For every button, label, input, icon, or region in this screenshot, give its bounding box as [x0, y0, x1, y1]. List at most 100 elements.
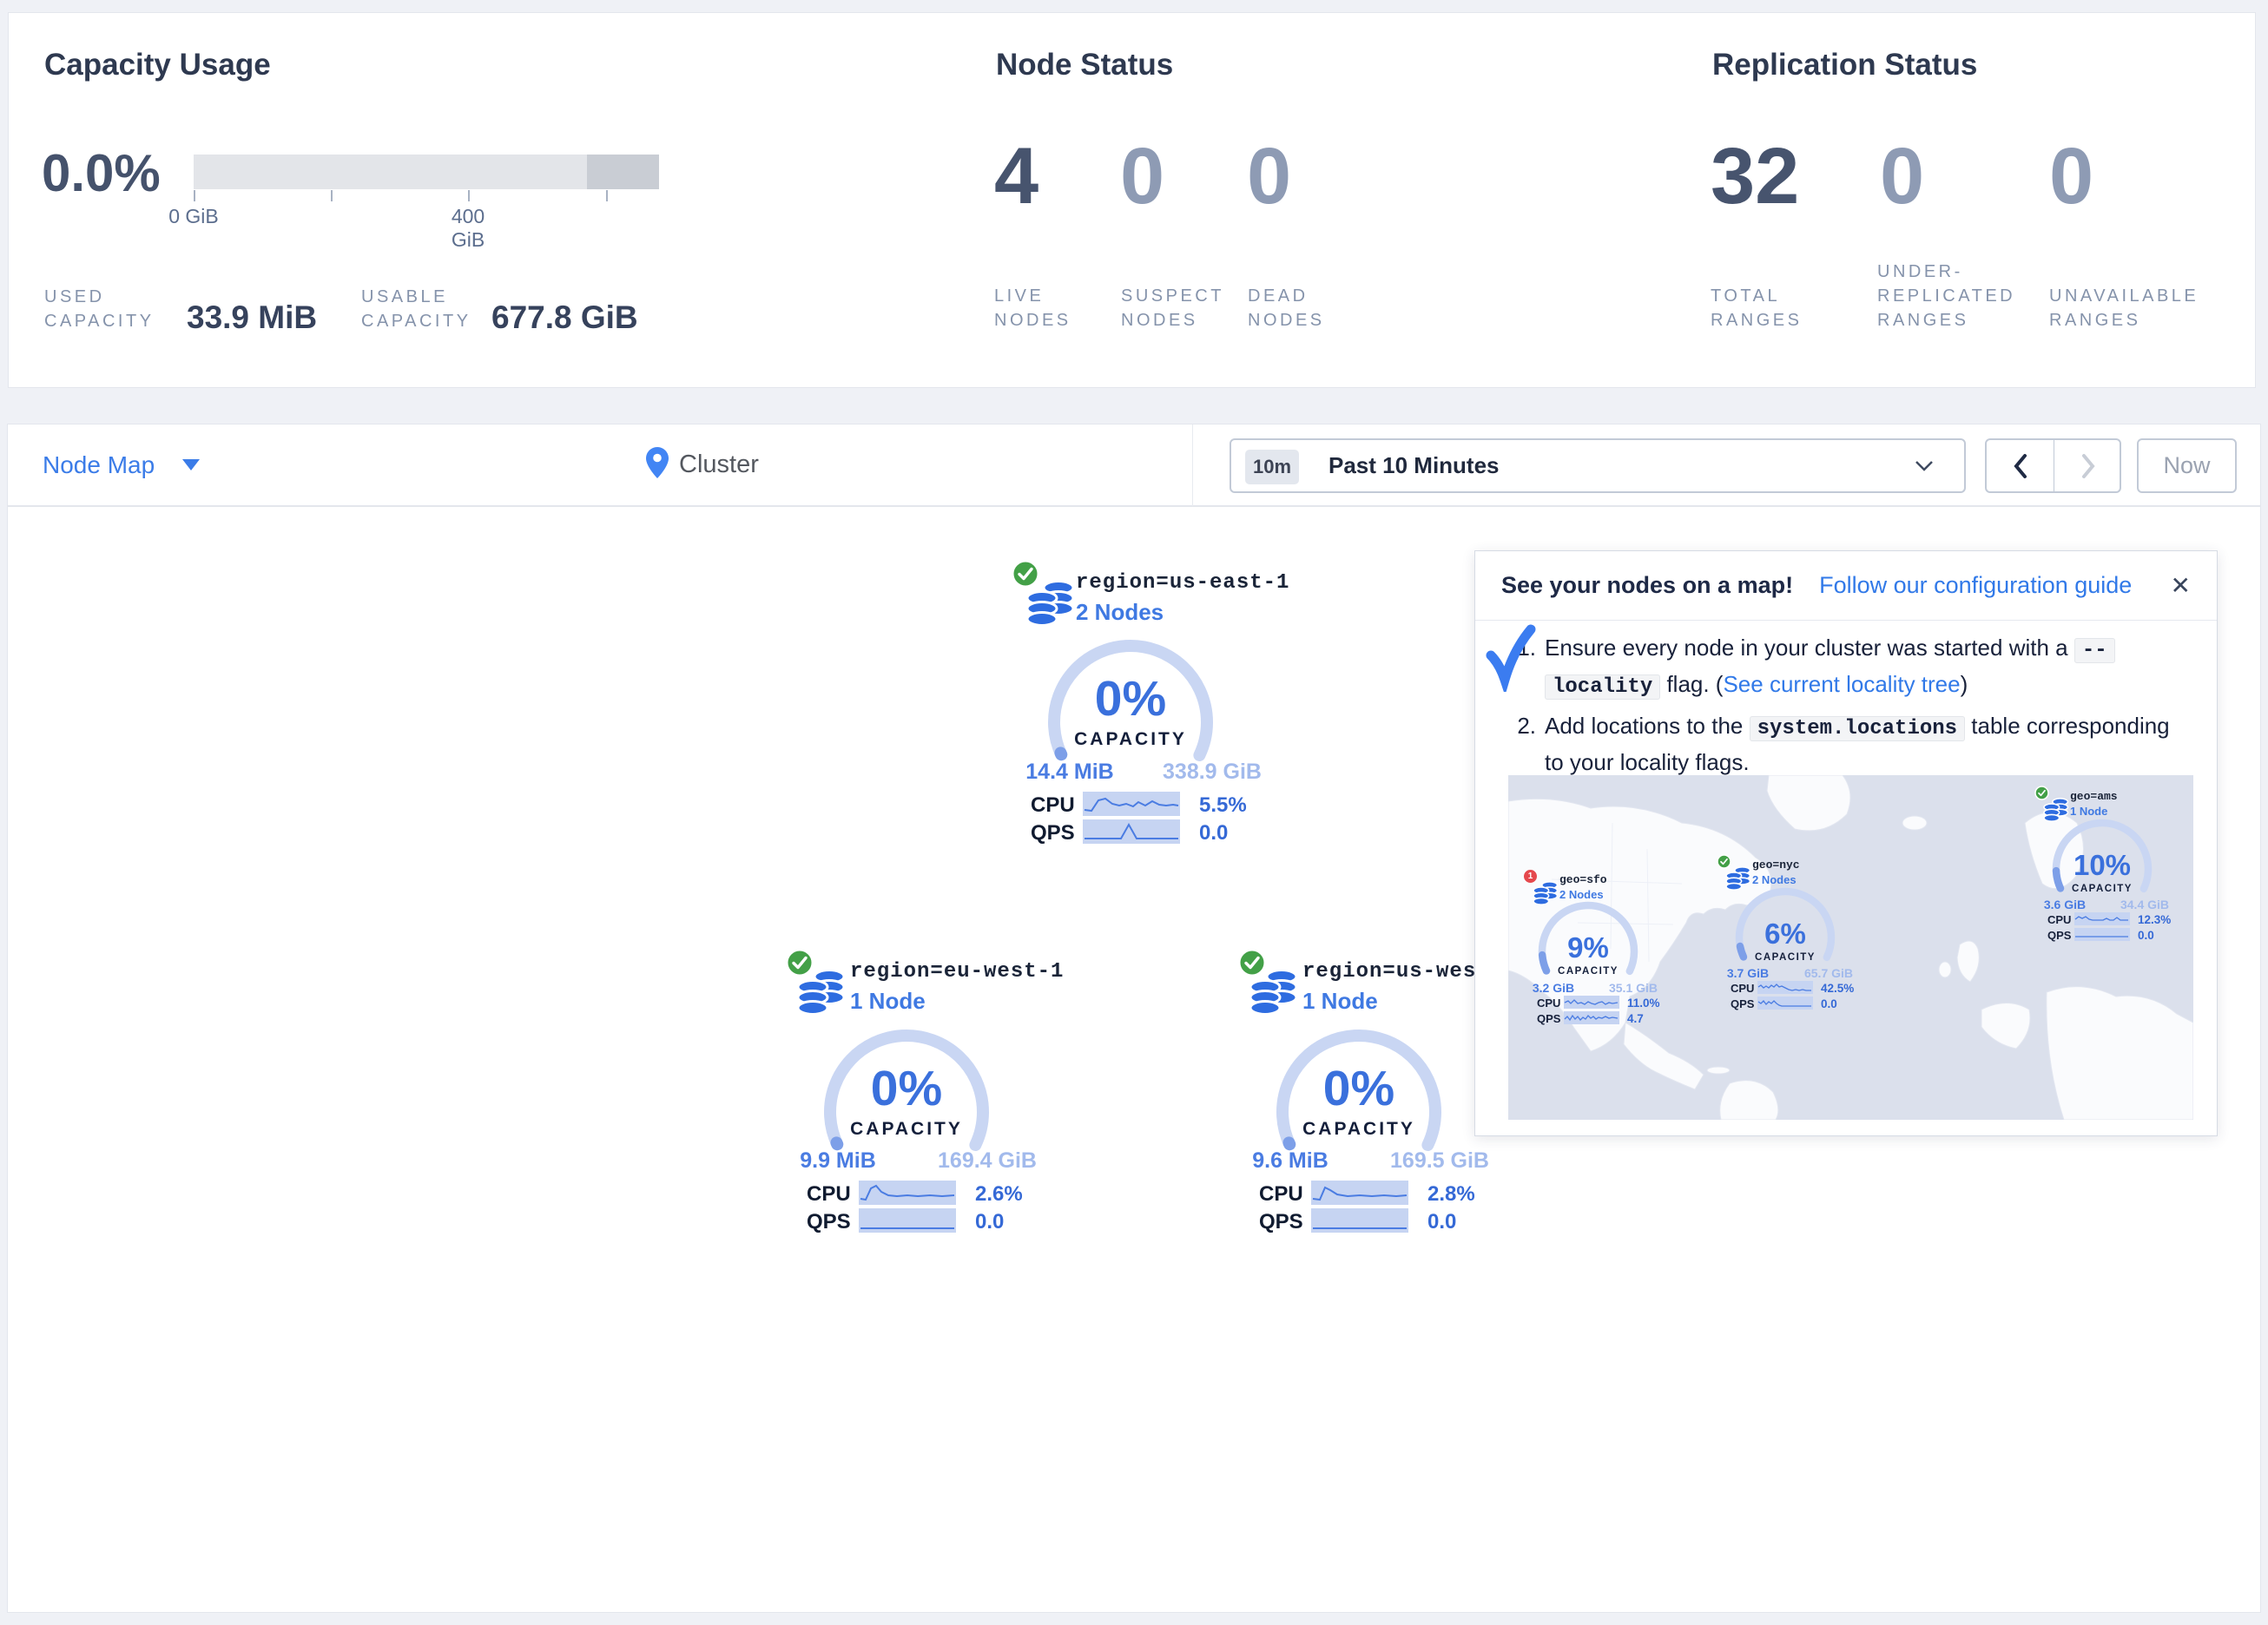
total-capacity: 169.5 GiB [1361, 1148, 1518, 1174]
cpu-value: 2.8% [1427, 1182, 1475, 1207]
qps-sparkline [1311, 1208, 1408, 1233]
qps-value: 0.0 [1821, 997, 1837, 1010]
time-range-select[interactable]: 10m Past 10 Minutes [1230, 438, 1966, 493]
live-nodes-value: 4 [994, 135, 1038, 218]
capacity-percent: 0% [1033, 670, 1228, 727]
total-capacity: 169.4 GiB [909, 1148, 1065, 1174]
capacity-bar-unusable-segment [587, 155, 659, 189]
cpu-label: CPU [1259, 1182, 1303, 1207]
node-map-config-popup: See your nodes on a map! Follow our conf… [1474, 550, 2218, 1136]
node-group-name: region=eu-west-1 [850, 960, 1064, 984]
breadcrumb[interactable]: Cluster [646, 424, 759, 505]
cpu-sparkline [859, 1181, 956, 1205]
live-nodes-label: LIVE NODES [994, 284, 1094, 332]
capacity-gauge[interactable]: 0% CAPACITY [1033, 625, 1228, 819]
configuration-guide-link[interactable]: Follow our configuration guide [1819, 572, 2132, 599]
total-capacity: 35.1 GiB [1594, 981, 1672, 995]
database-icon [796, 969, 847, 1022]
qps-value: 0.0 [975, 1210, 1004, 1234]
capacity-label: CAPACITY [1262, 1119, 1456, 1140]
cpu-sparkline [1564, 996, 1619, 1009]
chevron-down-icon [1914, 459, 1935, 477]
time-pager [1985, 438, 2121, 493]
node-group-count[interactable]: 1 Node [850, 988, 926, 1015]
dead-nodes-label: DEAD NODES [1248, 284, 1348, 332]
total-capacity: 65.7 GiB [1790, 966, 1868, 980]
used-capacity: 3.2 GiB [1514, 981, 1592, 995]
now-button[interactable]: Now [2137, 438, 2237, 493]
qps-value: 0.0 [2138, 929, 2154, 942]
cpu-value: 2.6% [975, 1182, 1023, 1207]
capacity-usage-title: Capacity Usage [44, 48, 271, 82]
qps-label: QPS [1537, 1012, 1560, 1025]
step-text: Add locations to the system.locations ta… [1545, 709, 2184, 779]
time-back-button[interactable] [1987, 440, 2054, 491]
total-ranges-label: TOTAL RANGES [1711, 284, 1828, 332]
cpu-label: CPU [1537, 997, 1560, 1010]
chevron-right-icon [2080, 453, 2097, 479]
toolbar: Node Map Cluster 10m Past 10 Minutes Now [7, 424, 2261, 506]
qps-label: QPS [2047, 929, 2071, 942]
under-replicated-ranges-label: UNDER-REPLICATED RANGES [1877, 260, 2029, 332]
capacity-percent: 6% [1729, 918, 1842, 951]
capacity-axis-tick-400: 400 GiB [433, 205, 503, 252]
used-capacity: 9.6 MiB [1212, 1148, 1368, 1174]
unavailable-ranges-label: UNAVAILABLE RANGES [2049, 284, 2223, 332]
cpu-label: CPU [807, 1182, 851, 1207]
suspect-nodes-value: 0 [1120, 135, 1164, 218]
node-group-count[interactable]: 2 Nodes [1076, 599, 1164, 626]
used-capacity: 14.4 MiB [992, 760, 1148, 785]
chevron-down-icon [182, 459, 200, 470]
view-selector-dropdown[interactable]: Node Map [43, 424, 200, 505]
used-capacity: 9.9 MiB [760, 1148, 916, 1174]
qps-sparkline [859, 1208, 956, 1233]
qps-value: 0.0 [1427, 1210, 1456, 1234]
cpu-value: 42.5% [1821, 982, 1854, 995]
cpu-value: 12.3% [2138, 913, 2171, 926]
locality-name: geo=ams [2070, 790, 2118, 803]
mini-world-map: 1 geo=sfo 2 Nodes 9% CAPACITY 3.2 GiB 35… [1508, 775, 2193, 1120]
capacity-percent: 10% [2046, 849, 2159, 882]
used-capacity: 3.7 GiB [1709, 966, 1787, 980]
capacity-percent: 0% [1262, 1060, 1456, 1117]
step-number: 2. [1507, 709, 1536, 779]
capacity-axis-tick-0: 0 GiB [159, 205, 228, 228]
qps-label: QPS [1731, 997, 1754, 1010]
cpu-label: CPU [1031, 793, 1075, 818]
qps-label: QPS [1031, 821, 1075, 845]
capacity-percent: 0% [809, 1060, 1004, 1117]
popup-header: See your nodes on a map! Follow our conf… [1475, 551, 2217, 621]
map-pin-icon [646, 447, 669, 483]
popup-step-2: 2. Add locations to the system.locations… [1507, 709, 2184, 779]
node-group-count[interactable]: 1 Node [1302, 988, 1378, 1015]
time-forward-button[interactable] [2054, 440, 2122, 491]
used-capacity: 3.6 GiB [2026, 898, 2104, 911]
capacity-bar: 0 GiB 400 GiB [194, 155, 659, 233]
usable-capacity-label: USABLE CAPACITY [361, 285, 500, 333]
node-group-name: region=us-east-1 [1076, 571, 1289, 595]
code-chip: locality [1545, 674, 1660, 700]
capacity-label: CAPACITY [1532, 966, 1645, 977]
step-text: Ensure every node in your cluster was st… [1545, 631, 2115, 704]
popup-title: See your nodes on a map! [1501, 572, 1793, 599]
code-chip: system.locations [1750, 716, 1965, 741]
qps-label: QPS [807, 1210, 851, 1234]
capacity-used-percent: 0.0% [42, 143, 161, 203]
capacity-label: CAPACITY [1729, 952, 1842, 963]
qps-sparkline [2074, 928, 2130, 941]
cpu-sparkline [2074, 912, 2130, 925]
total-ranges-value: 32 [1711, 135, 1799, 218]
popup-step-1: 1. Ensure every node in your cluster was… [1507, 631, 2184, 704]
locality-tree-link[interactable]: See current locality tree [1723, 671, 1960, 697]
time-range-badge: 10m [1245, 450, 1299, 484]
used-capacity-label: USED CAPACITY [44, 285, 175, 333]
close-icon[interactable]: ✕ [2171, 571, 2191, 600]
under-replicated-ranges-value: 0 [1880, 135, 1924, 218]
capacity-label: CAPACITY [1033, 729, 1228, 750]
cpu-label: CPU [2047, 913, 2071, 926]
replication-status-title: Replication Status [1712, 48, 1977, 82]
unavailable-ranges-value: 0 [2049, 135, 2093, 218]
database-icon [1249, 969, 1299, 1022]
locality-name: geo=sfo [1559, 873, 1607, 886]
cpu-value: 5.5% [1199, 793, 1247, 818]
